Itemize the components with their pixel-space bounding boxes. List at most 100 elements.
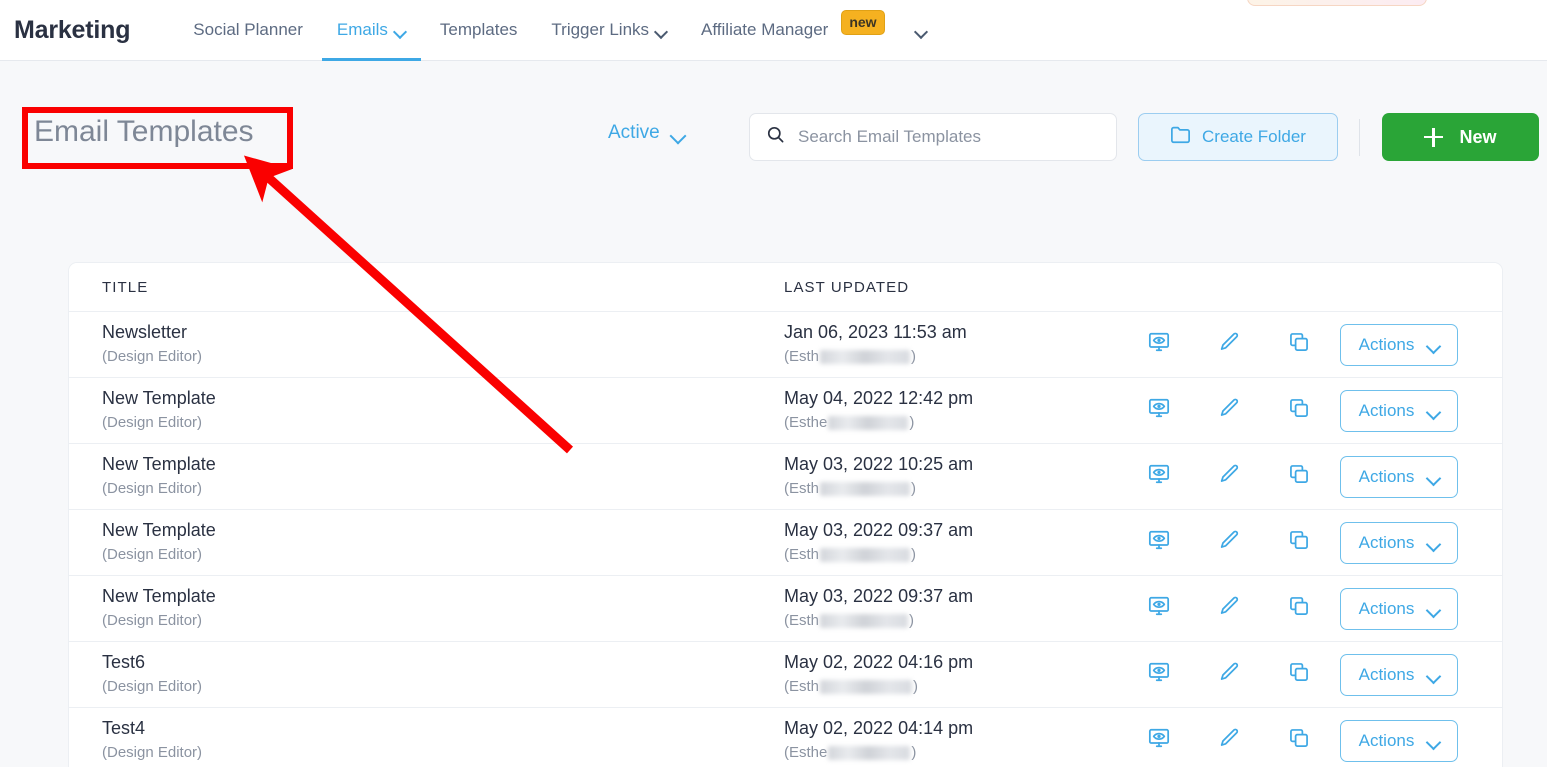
top-right-partial-banner xyxy=(1247,0,1427,6)
last-updated-timestamp: May 04, 2022 12:42 pm xyxy=(784,387,1124,410)
actions-label: Actions xyxy=(1359,599,1415,619)
nav-item-affiliate-manager[interactable]: Affiliate Manager new xyxy=(684,0,902,61)
actions-dropdown-button[interactable]: Actions xyxy=(1340,588,1458,630)
table-row[interactable]: Test4(Design Editor)May 02, 2022 04:14 p… xyxy=(69,708,1502,767)
table-row[interactable]: Newsletter(Design Editor)Jan 06, 2023 11… xyxy=(69,312,1502,378)
duplicate-button[interactable] xyxy=(1264,727,1334,754)
chevron-down-icon xyxy=(1428,473,1439,480)
copy-icon xyxy=(1288,463,1310,490)
cell-title: New Template(Design Editor) xyxy=(69,387,784,433)
actions-dropdown-button[interactable]: Actions xyxy=(1340,720,1458,762)
author-prefix: (Esth xyxy=(784,676,819,698)
pencil-icon xyxy=(1218,727,1240,754)
table-row[interactable]: New Template(Design Editor)May 03, 2022 … xyxy=(69,444,1502,510)
templates-table-card: TITLE LAST UPDATED Newsletter(Design Edi… xyxy=(68,262,1503,767)
table-row[interactable]: Test6(Design Editor)May 02, 2022 04:16 p… xyxy=(69,642,1502,708)
status-filter-dropdown[interactable]: Active xyxy=(608,122,683,144)
monitor-preview-icon xyxy=(1148,331,1170,358)
chevron-down-icon xyxy=(916,27,927,34)
last-updated-author: (Esthe) xyxy=(784,742,1124,764)
monitor-preview-icon xyxy=(1148,397,1170,424)
cell-last-updated: May 02, 2022 04:14 pm(Esthe) xyxy=(784,717,1124,763)
chevron-down-icon xyxy=(1428,407,1439,414)
template-editor-type: (Design Editor) xyxy=(102,412,784,434)
preview-button[interactable] xyxy=(1124,463,1194,490)
author-prefix: (Esth xyxy=(784,610,819,632)
last-updated-timestamp: May 03, 2022 10:25 am xyxy=(784,453,1124,476)
chevron-down-icon xyxy=(1428,671,1439,678)
new-template-button[interactable]: New xyxy=(1382,113,1539,161)
actions-dropdown-button[interactable]: Actions xyxy=(1340,324,1458,366)
table-row[interactable]: New Template(Design Editor)May 03, 2022 … xyxy=(69,510,1502,576)
actions-label: Actions xyxy=(1359,335,1415,355)
preview-button[interactable] xyxy=(1124,595,1194,622)
search-input[interactable] xyxy=(798,127,1100,147)
cell-actions: Actions xyxy=(1124,324,1502,366)
chevron-down-icon xyxy=(656,27,667,34)
edit-button[interactable] xyxy=(1194,595,1264,622)
actions-dropdown-button[interactable]: Actions xyxy=(1340,654,1458,696)
preview-button[interactable] xyxy=(1124,727,1194,754)
nav-item-label: Trigger Links xyxy=(551,20,649,40)
last-updated-timestamp: Jan 06, 2023 11:53 am xyxy=(784,321,1124,344)
author-prefix: (Esth xyxy=(784,544,819,566)
search-box[interactable] xyxy=(749,113,1117,161)
actions-dropdown-button[interactable]: Actions xyxy=(1340,522,1458,564)
create-folder-button[interactable]: Create Folder xyxy=(1138,113,1338,161)
toolbar-divider xyxy=(1359,119,1360,156)
cell-last-updated: May 03, 2022 09:37 am(Esth) xyxy=(784,585,1124,631)
edit-button[interactable] xyxy=(1194,331,1264,358)
status-badge-new: new xyxy=(841,10,884,35)
edit-button[interactable] xyxy=(1194,397,1264,424)
nav-overflow-button[interactable] xyxy=(902,0,941,61)
copy-icon xyxy=(1288,595,1310,622)
last-updated-timestamp: May 02, 2022 04:14 pm xyxy=(784,717,1124,740)
redacted-author-name xyxy=(820,350,910,364)
duplicate-button[interactable] xyxy=(1264,463,1334,490)
nav-item-trigger-links[interactable]: Trigger Links xyxy=(534,0,684,61)
preview-button[interactable] xyxy=(1124,397,1194,424)
preview-button[interactable] xyxy=(1124,529,1194,556)
edit-button[interactable] xyxy=(1194,463,1264,490)
template-editor-type: (Design Editor) xyxy=(102,346,784,368)
preview-button[interactable] xyxy=(1124,331,1194,358)
nav-item-label: Templates xyxy=(440,20,517,40)
actions-dropdown-button[interactable]: Actions xyxy=(1340,456,1458,498)
preview-button[interactable] xyxy=(1124,661,1194,688)
chevron-down-icon xyxy=(1428,539,1439,546)
duplicate-button[interactable] xyxy=(1264,661,1334,688)
last-updated-timestamp: May 02, 2022 04:16 pm xyxy=(784,651,1124,674)
table-header-row: TITLE LAST UPDATED xyxy=(69,263,1502,312)
redacted-author-name xyxy=(820,614,908,628)
nav-item-social-planner[interactable]: Social Planner xyxy=(176,0,320,61)
pencil-icon xyxy=(1218,463,1240,490)
edit-button[interactable] xyxy=(1194,661,1264,688)
pencil-icon xyxy=(1218,529,1240,556)
nav-item-emails[interactable]: Emails xyxy=(320,0,423,61)
template-title: Newsletter xyxy=(102,321,784,344)
author-suffix: ) xyxy=(913,676,918,698)
template-editor-type: (Design Editor) xyxy=(102,478,784,500)
monitor-preview-icon xyxy=(1148,529,1170,556)
edit-button[interactable] xyxy=(1194,529,1264,556)
duplicate-button[interactable] xyxy=(1264,331,1334,358)
duplicate-button[interactable] xyxy=(1264,595,1334,622)
author-prefix: (Esth xyxy=(784,346,819,368)
duplicate-button[interactable] xyxy=(1264,529,1334,556)
monitor-preview-icon xyxy=(1148,463,1170,490)
chevron-down-icon xyxy=(1428,341,1439,348)
nav-item-templates[interactable]: Templates xyxy=(423,0,534,61)
actions-label: Actions xyxy=(1359,665,1415,685)
duplicate-button[interactable] xyxy=(1264,397,1334,424)
edit-button[interactable] xyxy=(1194,727,1264,754)
redacted-author-name xyxy=(820,548,910,562)
redacted-author-name xyxy=(828,416,908,430)
copy-icon xyxy=(1288,727,1310,754)
cell-title: New Template(Design Editor) xyxy=(69,453,784,499)
actions-dropdown-button[interactable]: Actions xyxy=(1340,390,1458,432)
status-filter-label: Active xyxy=(608,122,660,144)
table-row[interactable]: New Template(Design Editor)May 03, 2022 … xyxy=(69,576,1502,642)
monitor-preview-icon xyxy=(1148,595,1170,622)
table-row[interactable]: New Template(Design Editor)May 04, 2022 … xyxy=(69,378,1502,444)
last-updated-author: (Esth) xyxy=(784,544,1124,566)
